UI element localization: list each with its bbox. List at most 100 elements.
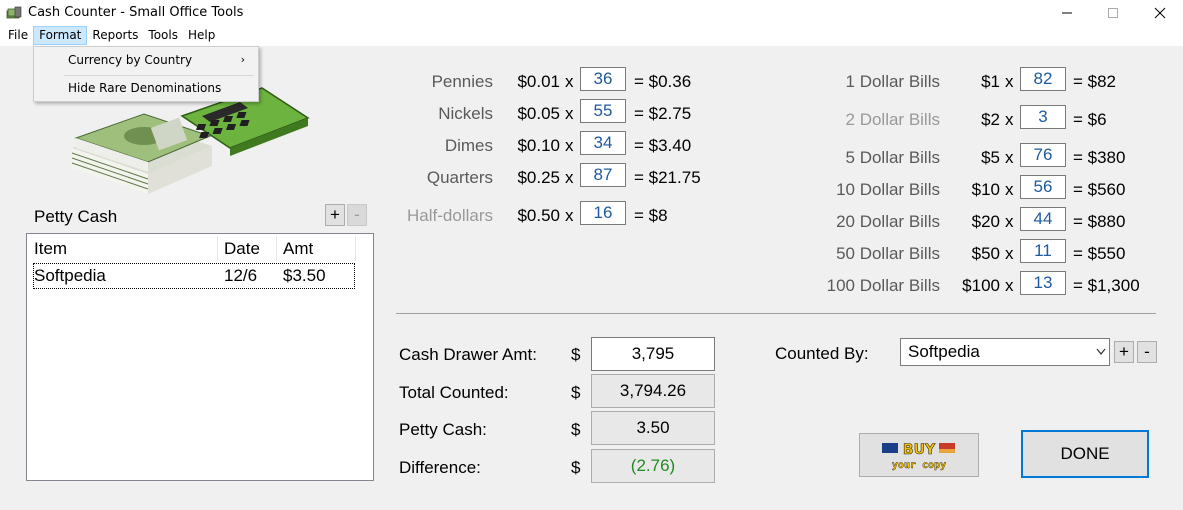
counted-by-select[interactable]: Softpedia <box>900 338 1110 366</box>
pennies-total: = $0.36 <box>634 72 692 91</box>
menu-help[interactable]: Help <box>183 26 220 45</box>
menu-reports[interactable]: Reports <box>87 26 143 45</box>
chevron-right-icon: › <box>240 53 245 66</box>
petty-cash-list[interactable]: Item Date Amt Softpedia 12/6 $3.50 <box>26 233 374 481</box>
bill-20-total: = $880 <box>1073 212 1126 231</box>
close-button[interactable] <box>1137 0 1183 26</box>
bill-100-multiply: x <box>1005 276 1014 295</box>
dimes-label: Dimes <box>444 136 493 155</box>
cash-drawer-currency: $ <box>571 345 581 364</box>
bill-1-count-input[interactable]: 82 <box>1020 67 1066 91</box>
buy-line1: BUY <box>903 442 936 458</box>
column-header-date[interactable]: Date <box>224 238 260 262</box>
quarters-total: = $21.75 <box>634 168 701 187</box>
petty-cash-remove-button[interactable]: - <box>347 204 367 226</box>
bill-20-label: 20 Dollar Bills <box>836 212 940 231</box>
dimes-multiply: x <box>565 136 574 155</box>
bill-100-label: 100 Dollar Bills <box>826 276 940 295</box>
petty-cash-total-currency: $ <box>571 420 581 439</box>
bill-50-total: = $550 <box>1073 244 1126 263</box>
bill-2-total: = $6 <box>1073 110 1107 129</box>
money-icon <box>6 6 22 19</box>
bill-1-unit: $1 <box>981 72 1000 91</box>
minimize-button[interactable] <box>1044 0 1090 26</box>
format-dropdown: Currency by Country › Hide Rare Denomina… <box>33 46 259 102</box>
column-header-item[interactable]: Item <box>34 238 67 262</box>
column-divider[interactable] <box>217 236 218 261</box>
bill-10-count-input[interactable]: 56 <box>1020 175 1066 199</box>
done-button[interactable]: DONE <box>1021 430 1149 478</box>
bill-50-multiply: x <box>1005 244 1014 263</box>
minimize-icon <box>1062 12 1072 14</box>
bill-5-label: 5 Dollar Bills <box>845 148 940 167</box>
half-dollars-count-input[interactable]: 16 <box>580 201 626 225</box>
pennies-label: Pennies <box>431 72 493 91</box>
bill-20-unit: $20 <box>971 212 1000 231</box>
buy-line2: your copy <box>892 460 946 471</box>
nickels-count-input[interactable]: 55 <box>580 99 626 123</box>
bill-1-total: = $82 <box>1073 72 1117 91</box>
bill-100-count-input[interactable]: 13 <box>1020 271 1066 295</box>
nickels-total: = $2.75 <box>634 104 692 123</box>
buy-button[interactable]: BUY your copy <box>859 433 979 477</box>
counted-by-remove-button[interactable]: - <box>1137 341 1157 363</box>
dimes-total: = $3.40 <box>634 136 692 155</box>
quarters-unit: $0.25 <box>517 168 560 187</box>
bill-2-unit: $2 <box>981 110 1000 129</box>
menu-file[interactable]: File <box>3 26 33 45</box>
dimes-count-input[interactable]: 34 <box>580 131 626 155</box>
money-stack-calculator-icon <box>71 87 310 194</box>
app-window: Cash Counter - Small Office Tools File F… <box>0 0 1183 510</box>
bill-10-multiply: x <box>1005 180 1014 199</box>
half-dollars-multiply: x <box>565 206 574 225</box>
menu-item-hide-rare-denominations[interactable]: Hide Rare Denominations <box>35 77 257 99</box>
row-date-cell: 12/6 <box>224 266 258 285</box>
menu-format[interactable]: Format <box>33 26 88 45</box>
nickels-unit: $0.05 <box>517 104 560 123</box>
bill-2-multiply: x <box>1005 110 1014 129</box>
currency-by-country-label: Currency by Country <box>68 53 193 67</box>
difference-currency: $ <box>571 458 581 477</box>
bill-10-total: = $560 <box>1073 180 1126 199</box>
total-counted-value: 3,794.26 <box>591 374 715 408</box>
pennies-count-input[interactable]: 36 <box>580 67 626 91</box>
petty-cash-total-value: 3.50 <box>591 411 715 445</box>
nickels-label: Nickels <box>438 104 493 123</box>
counted-by-value: Softpedia <box>908 342 980 361</box>
difference-value: (2.76) <box>591 449 715 483</box>
pennies-unit: $0.01 <box>517 72 560 91</box>
row-amt-cell: $3.50 <box>283 266 326 285</box>
bill-5-total: = $380 <box>1073 148 1126 167</box>
cash-drawer-input[interactable]: 3,795 <box>591 337 715 371</box>
petty-cash-title: Petty Cash <box>34 207 118 226</box>
bill-5-multiply: x <box>1005 148 1014 167</box>
cash-drawer-label: Cash Drawer Amt: <box>399 345 537 364</box>
bill-5-count-input[interactable]: 76 <box>1020 143 1066 167</box>
counted-by-add-button[interactable]: + <box>1114 341 1134 363</box>
maximize-button[interactable] <box>1090 0 1136 26</box>
bill-1-multiply: x <box>1005 72 1014 91</box>
bill-10-label: 10 Dollar Bills <box>836 180 940 199</box>
bill-50-count-input[interactable]: 11 <box>1020 239 1066 263</box>
maximize-icon <box>1108 8 1118 18</box>
buy-your-copy-icon: BUY your copy <box>882 442 955 471</box>
quarters-label: Quarters <box>426 168 493 187</box>
difference-label: Difference: <box>399 458 481 477</box>
bill-50-unit: $50 <box>971 244 1000 263</box>
nickels-multiply: x <box>565 104 574 123</box>
quarters-count-input[interactable]: 87 <box>580 163 626 187</box>
pennies-multiply: x <box>565 72 574 91</box>
menu-item-currency-by-country[interactable]: Currency by Country › <box>35 49 257 71</box>
chevron-down-icon <box>1096 339 1106 374</box>
divider <box>396 313 1156 314</box>
petty-cash-add-button[interactable]: + <box>325 204 345 226</box>
column-divider[interactable] <box>276 236 277 261</box>
column-header-amt[interactable]: Amt <box>283 238 313 262</box>
menu-tools[interactable]: Tools <box>143 26 183 45</box>
bill-20-count-input[interactable]: 44 <box>1020 207 1066 231</box>
bill-2-count-input[interactable]: 3 <box>1020 105 1066 129</box>
bill-50-label: 50 Dollar Bills <box>836 244 940 263</box>
total-counted-currency: $ <box>571 383 581 402</box>
half-dollars-label: Half-dollars <box>407 206 493 225</box>
column-divider[interactable] <box>355 236 356 261</box>
